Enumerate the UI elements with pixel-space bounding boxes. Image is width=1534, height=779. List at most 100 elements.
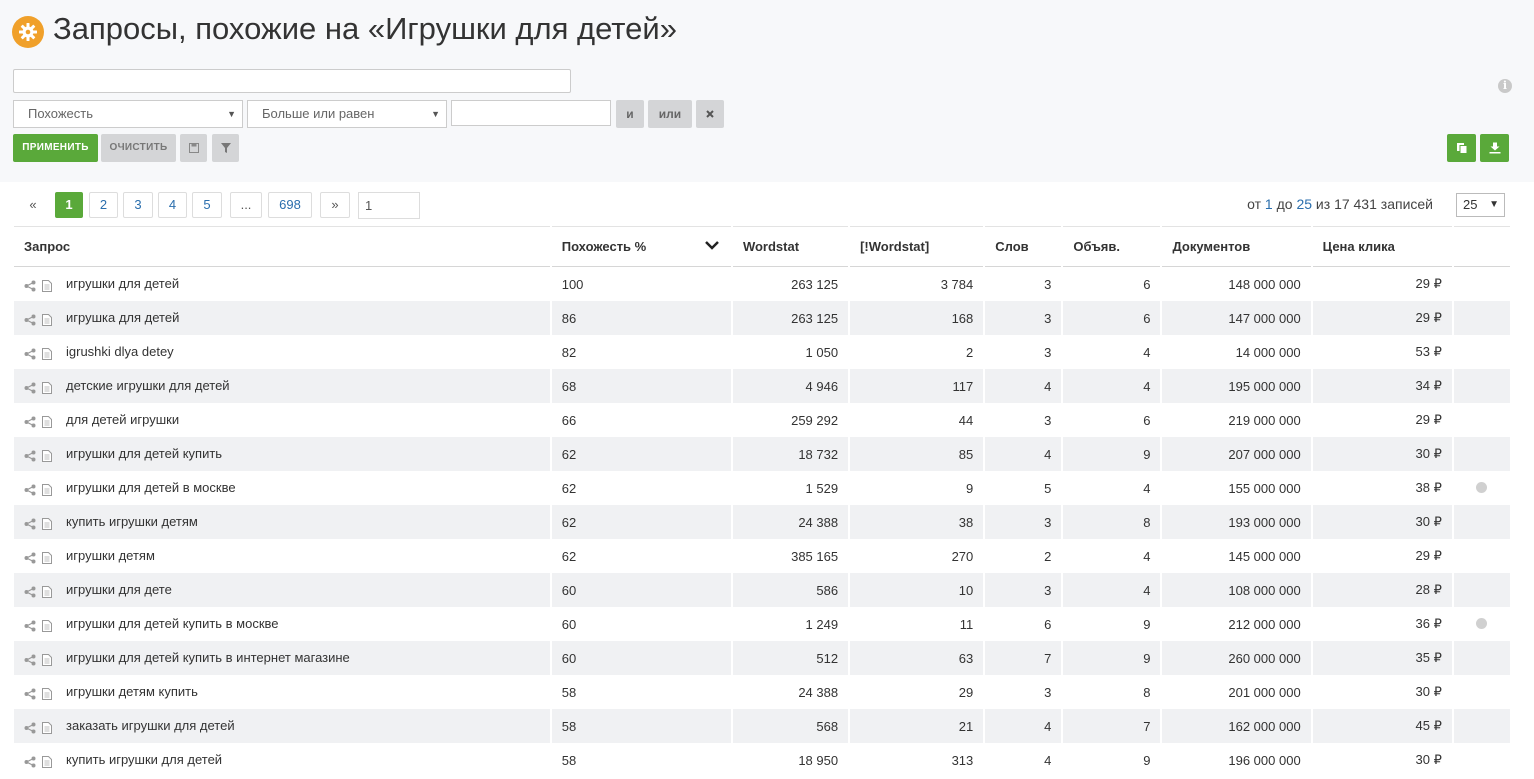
globe-icon[interactable] <box>1476 617 1488 629</box>
column-header-similarity[interactable]: Похожесть % <box>551 226 731 267</box>
row-actions[interactable] <box>24 617 66 632</box>
query-text[interactable]: для детей игрушки <box>66 412 179 427</box>
column-header-wordstat[interactable]: Wordstat <box>732 226 849 267</box>
download-button[interactable] <box>1480 134 1509 162</box>
row-actions[interactable] <box>24 413 66 428</box>
query-text[interactable]: игрушки для детей купить <box>66 446 222 461</box>
column-header-cpc[interactable]: Цена клика <box>1312 226 1452 267</box>
document-icon <box>42 585 52 598</box>
download-icon <box>1489 142 1500 154</box>
and-button[interactable]: и <box>616 100 644 128</box>
filter-value-input[interactable] <box>451 100 611 126</box>
query-cell[interactable]: igrushki dlya detey <box>14 335 550 369</box>
query-text[interactable]: игрушки для детей <box>66 276 179 291</box>
query-cell[interactable]: игрушки для дете <box>14 573 550 607</box>
similarity-cell: 58 <box>561 684 577 700</box>
row-actions[interactable] <box>24 753 66 768</box>
or-button[interactable]: или <box>648 100 692 128</box>
query-text[interactable]: купить игрушки детям <box>66 514 198 529</box>
apply-button[interactable]: ПРИМЕНИТЬ <box>13 134 98 162</box>
share-icon <box>24 722 36 734</box>
row-actions[interactable] <box>24 447 66 462</box>
page-2-button[interactable]: 2 <box>89 192 118 218</box>
document-icon <box>42 619 52 632</box>
query-cell[interactable]: игрушки для детей купить в интернет мага… <box>14 641 550 675</box>
query-text[interactable]: игрушки детям купить <box>66 684 198 699</box>
row-actions[interactable] <box>24 311 66 326</box>
row-actions[interactable] <box>24 345 66 360</box>
query-cell[interactable]: купить игрушки для детей <box>14 743 550 777</box>
query-cell[interactable]: игрушки детям <box>14 539 550 573</box>
row-actions[interactable] <box>24 719 66 734</box>
info-icon[interactable]: i <box>1498 79 1512 93</box>
query-text[interactable]: детские игрушки для детей <box>66 378 230 393</box>
extra-cell <box>1453 437 1510 471</box>
table-row: игрушки для дете 60 586 10 3 4 108 000 000 28 ₽ <box>14 573 1510 607</box>
query-text[interactable]: игрушки для детей в москве <box>66 480 236 495</box>
page-5-button[interactable]: 5 <box>192 192 222 218</box>
field-select[interactable]: Похожесть ▼ <box>13 100 243 128</box>
records-prefix: от <box>1247 196 1265 212</box>
row-actions[interactable] <box>24 651 66 666</box>
row-actions[interactable] <box>24 481 66 496</box>
documents-cell: 195 000 000 <box>1162 369 1311 403</box>
page-4-button[interactable]: 4 <box>158 192 187 218</box>
query-text[interactable]: igrushki dlya detey <box>66 344 174 359</box>
extra-cell <box>1454 403 1510 437</box>
row-actions[interactable] <box>24 515 66 530</box>
row-actions[interactable] <box>24 549 66 564</box>
column-header-ads[interactable]: Объяв. <box>1063 226 1161 267</box>
query-cell[interactable]: заказать игрушки для детей <box>14 709 550 743</box>
next-page-button[interactable]: » <box>320 192 350 218</box>
column-header-query[interactable]: Запрос <box>14 226 550 267</box>
wordstat-exact-cell: 21 <box>850 709 984 743</box>
goto-page-input[interactable]: 1 <box>358 192 420 219</box>
table-row: игрушки для детей купить в интернет мага… <box>14 641 1510 675</box>
documents-cell: 162 000 000 <box>1162 709 1311 743</box>
query-cell[interactable]: игрушка для детей <box>14 301 550 335</box>
globe-icon[interactable] <box>1476 481 1488 493</box>
last-page-button[interactable]: 698 <box>268 192 312 218</box>
documents-cell: 108 000 000 <box>1162 573 1311 607</box>
remove-condition-button[interactable] <box>696 100 724 128</box>
documents-cell: 219 000 000 <box>1228 412 1301 428</box>
query-cell[interactable]: игрушки для детей <box>14 267 550 301</box>
query-cell[interactable]: игрушки для детей купить <box>14 437 550 471</box>
documents-cell: 201 000 000 <box>1228 684 1301 700</box>
query-cell[interactable]: для детей игрушки <box>14 403 550 437</box>
condition-select[interactable]: Больше или равен ▼ <box>247 100 447 128</box>
column-header-words[interactable]: Слов <box>985 226 1062 267</box>
row-actions[interactable] <box>24 379 66 394</box>
query-text[interactable]: игрушки детям <box>66 548 155 563</box>
query-cell[interactable]: игрушки детям купить <box>14 675 550 709</box>
column-header-documents[interactable]: Документов <box>1162 226 1311 267</box>
row-actions[interactable] <box>24 277 66 292</box>
wordstat-cell: 4 946 <box>732 369 849 403</box>
query-text[interactable]: игрушки для дете <box>66 582 172 597</box>
copy-button[interactable] <box>1447 134 1476 162</box>
row-actions[interactable] <box>24 685 66 700</box>
filter-button[interactable] <box>212 134 239 162</box>
cpc-cell: 35 ₽ <box>1312 641 1452 675</box>
save-filter-button[interactable] <box>180 134 207 162</box>
row-actions[interactable] <box>24 583 66 598</box>
page-1-button[interactable]: 1 <box>55 192 83 218</box>
column-header-wordstat-exact[interactable]: [!Wordstat] <box>850 226 984 267</box>
per-page-select[interactable]: 25 ▼ <box>1456 193 1505 217</box>
prev-page-button[interactable]: « <box>20 192 46 218</box>
caret-down-icon: ▼ <box>227 109 236 119</box>
query-cell[interactable]: купить игрушки детям <box>14 505 550 539</box>
query-cell[interactable]: игрушки для детей купить в москве <box>14 607 550 641</box>
search-input[interactable] <box>13 69 571 93</box>
wordstat-cell: 263 125 <box>791 276 839 292</box>
query-text[interactable]: игрушки для детей купить в москве <box>66 616 279 631</box>
query-text[interactable]: игрушки для детей купить в интернет мага… <box>66 650 350 665</box>
query-text[interactable]: заказать игрушки для детей <box>66 718 235 733</box>
query-cell[interactable]: игрушки для детей в москве <box>14 471 550 505</box>
page-3-button[interactable]: 3 <box>123 192 153 218</box>
query-cell[interactable]: детские игрушки для детей <box>14 369 550 403</box>
documents-cell: 212 000 000 <box>1228 616 1301 632</box>
query-text[interactable]: купить игрушки для детей <box>66 752 222 767</box>
clear-button[interactable]: ОЧИСТИТЬ <box>101 134 176 162</box>
query-text[interactable]: игрушка для детей <box>66 310 179 325</box>
